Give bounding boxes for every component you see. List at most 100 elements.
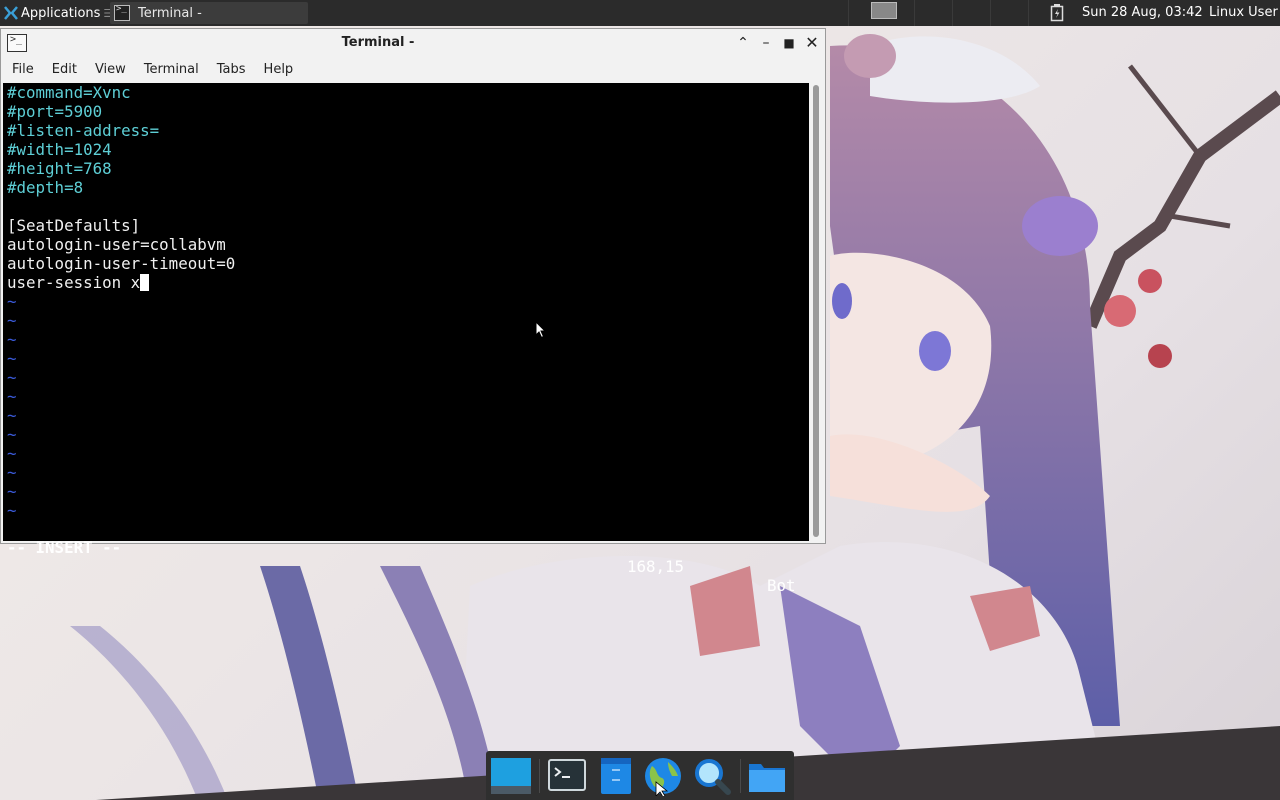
cursor-position: 168,15 (627, 557, 685, 576)
editor-line-text: ~ (7, 292, 17, 311)
applications-icon (4, 6, 18, 20)
scrollbar-thumb[interactable] (813, 85, 819, 537)
empty-line-marker: ~ (7, 292, 235, 311)
menu-view[interactable]: View (85, 62, 134, 77)
taskbar-terminal-label: Terminal - (138, 5, 202, 21)
editor-line-text: #port=5900 (7, 102, 103, 121)
editor-line-text: autologin-user=collabvm (7, 235, 226, 254)
battery-icon[interactable] (1050, 4, 1064, 22)
close-button[interactable]: ✕ (803, 34, 821, 52)
text-editor-launcher[interactable] (596, 756, 638, 796)
maximize-button[interactable]: ■ (780, 34, 798, 52)
dock (486, 751, 794, 800)
editor-line-text: ~ (7, 463, 17, 482)
empty-line-marker: ~ (7, 330, 235, 349)
terminal-window: Terminal - ⌃ – ■ ✕ File Edit View Termin… (0, 28, 826, 595)
menu-edit[interactable]: Edit (42, 62, 85, 77)
chevron-up-icon[interactable]: ⌃ (734, 34, 752, 52)
minimize-button[interactable]: – (757, 34, 775, 52)
app-finder-launcher[interactable] (691, 756, 733, 796)
dock-separator (740, 759, 741, 793)
empty-line-marker: ~ (7, 349, 235, 368)
terminal-icon (548, 759, 586, 791)
editor-line-text: ~ (7, 368, 17, 387)
empty-line-marker: ~ (7, 482, 235, 501)
window-titlebar[interactable]: Terminal - ⌃ – ■ ✕ (1, 29, 825, 57)
menu-help[interactable]: Help (254, 62, 302, 77)
panel-separator (990, 0, 991, 26)
text-cursor (140, 274, 150, 291)
window-title: Terminal - (341, 35, 415, 50)
editor-line-text: ~ (7, 349, 17, 368)
show-desktop-icon (491, 758, 531, 794)
editor-line-text: #listen-address= (7, 121, 160, 140)
editor-line: user-session x (7, 273, 235, 292)
editor-line: #width=1024 (7, 140, 235, 159)
scroll-position: Bot (767, 576, 796, 595)
editor-line: #height=768 (7, 159, 235, 178)
editor-line-text: ~ (7, 482, 17, 501)
mouse-pointer-icon (535, 321, 547, 339)
clock[interactable]: Sun 28 Aug, 03:42 (1082, 0, 1203, 26)
editor-line-text: ~ (7, 330, 17, 349)
search-icon (695, 759, 731, 795)
panel-separator (848, 0, 849, 26)
folder-icon (749, 764, 785, 792)
terminal-icon (114, 4, 130, 21)
editor-line: #depth=8 (7, 178, 235, 197)
editor-line: [SeatDefaults] (7, 216, 235, 235)
editor-line: autologin-user=collabvm (7, 235, 235, 254)
editor-line-text: autologin-user-timeout=0 (7, 254, 236, 273)
panel-separator (952, 0, 953, 26)
dock-separator (539, 759, 540, 793)
editor-line-text: #width=1024 (7, 140, 112, 159)
editor-line: #command=Xvnc (7, 83, 235, 102)
editor-line-text: #depth=8 (7, 178, 84, 197)
terminal-text-area[interactable]: #command=Xvnc #port=5900 #listen-address= #… (3, 83, 809, 595)
editor-line: #port=5900 (7, 102, 235, 121)
web-browser-launcher[interactable] (642, 756, 684, 798)
editor-line-text: ~ (7, 444, 17, 463)
taskbar-terminal-button[interactable]: Terminal - (110, 2, 308, 24)
mode-indicator: -- INSERT -- (7, 538, 122, 557)
editor-line-text: ~ (7, 406, 17, 425)
editor-line-text: #height=768 (7, 159, 112, 178)
editor-line: #listen-address= (7, 121, 235, 140)
globe-icon (645, 758, 681, 798)
empty-line-marker: ~ (7, 387, 235, 406)
empty-line-marker: ~ (7, 444, 235, 463)
editor-line-text: user-session x (7, 273, 141, 292)
text-editor-icon (601, 758, 631, 794)
menu-file[interactable]: File (1, 62, 42, 77)
editor-buffer: #command=Xvnc #port=5900 #listen-address= #… (7, 83, 235, 520)
editor-line-text: ~ (7, 311, 17, 330)
panel-separator (914, 0, 915, 26)
empty-line-marker: ~ (7, 311, 235, 330)
workspace-switcher[interactable] (871, 2, 897, 19)
terminal-launcher[interactable] (546, 756, 588, 796)
empty-line-marker: ~ (7, 406, 235, 425)
empty-line-marker: ~ (7, 501, 235, 520)
vim-status-line: -- INSERT -- 168,15 Bot (7, 519, 805, 595)
applications-label: Applications (21, 5, 101, 21)
file-manager-launcher[interactable] (746, 756, 788, 796)
show-desktop-button[interactable] (489, 756, 531, 796)
empty-line-marker: ~ (7, 463, 235, 482)
top-panel: Applications ☰ Terminal - Sun 28 Aug, 03… (0, 0, 1280, 26)
menu-tabs[interactable]: Tabs (207, 62, 254, 77)
editor-line-text: ~ (7, 387, 17, 406)
editor-line-text: ~ (7, 501, 17, 520)
empty-line-marker: ~ (7, 425, 235, 444)
editor-line: autologin-user-timeout=0 (7, 254, 235, 273)
menu-terminal[interactable]: Terminal (134, 62, 207, 77)
editor-line-text: #command=Xvnc (7, 83, 131, 102)
editor-line-text: ~ (7, 425, 17, 444)
empty-line-marker: ~ (7, 368, 235, 387)
menu-bar: File Edit View Terminal Tabs Help (1, 57, 825, 81)
panel-separator (1028, 0, 1029, 26)
scrollbar[interactable] (811, 83, 821, 539)
applications-menu[interactable]: Applications ☰ (0, 0, 117, 26)
editor-line-text: [SeatDefaults] (7, 216, 141, 235)
user-menu[interactable]: Linux User (1209, 0, 1278, 26)
